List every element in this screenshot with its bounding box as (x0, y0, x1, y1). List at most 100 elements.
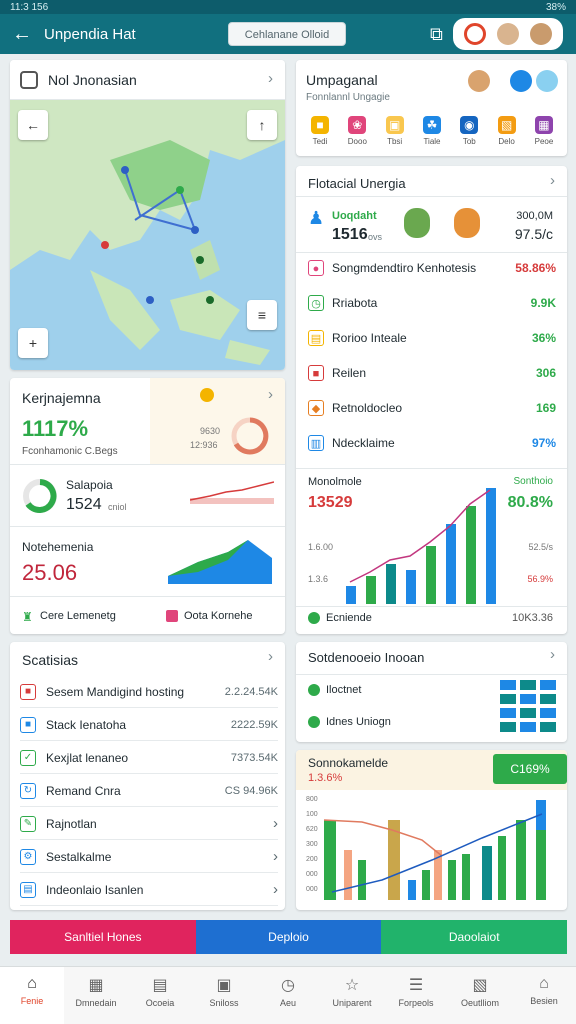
y-axis-tick: 000 (306, 871, 318, 878)
house-icon: ⌂ (539, 975, 549, 992)
settings-item-label: Sestalkalme (46, 849, 112, 864)
page-title: Unpendia Hat (44, 25, 136, 43)
nav-item-1[interactable]: ▦ Dmnedain (64, 967, 128, 1024)
map-card-header[interactable]: Nol Jnonasian › (10, 60, 285, 100)
nav-item-2[interactable]: ▤ Ocoeia (128, 967, 192, 1024)
action-banner: Sanltiel Hones Deploio Daoolaiot (10, 920, 568, 954)
grid-icon (500, 680, 556, 732)
status-bar: 11:3 156 38% (0, 0, 576, 14)
team-card[interactable]: Umpaganal Fonnlannl Ungagie ■ Tedi ❀ Dooo ▣ T… (296, 60, 567, 156)
nav-item-6[interactable]: ☰ Forpeols (384, 967, 448, 1024)
settings-list-item[interactable]: ■ Sesem Mandigind hosting 2.2.24.54K (20, 676, 278, 708)
team-card-title: Umpaganal (306, 72, 378, 88)
nav-item-label: Dmnedain (75, 998, 117, 1008)
quick-action-2[interactable]: ▣ Tbsi (379, 116, 411, 146)
chevron-right-icon[interactable]: › (268, 648, 273, 665)
banner-left-button[interactable]: Sanltiel Hones (10, 920, 196, 954)
notification-icon[interactable] (464, 23, 487, 45)
chevron-right-icon[interactable]: › (273, 815, 278, 832)
avatar[interactable] (454, 208, 480, 238)
metrics-card-title: Kerjnajemna (22, 390, 101, 406)
avatar[interactable] (468, 70, 490, 92)
energy-list-value: 97% (531, 436, 556, 450)
banner-mid-button[interactable]: Deploio (195, 920, 382, 954)
quick-action-label: Dooo (347, 137, 367, 146)
avatar[interactable] (529, 23, 552, 45)
energy-list-label: Songmdendtiro Kenhotesis (332, 261, 477, 275)
footer-right[interactable]: Oota Kornehe (184, 610, 253, 622)
map-info-button[interactable]: ↑ (247, 110, 277, 140)
combo-chart-badge[interactable]: C169% (493, 754, 567, 784)
quick-action-label: Tob (462, 137, 476, 146)
check-icon: ✓ (20, 749, 36, 766)
avatar[interactable] (536, 70, 558, 92)
info-row[interactable]: Iloctnet (326, 684, 361, 696)
map-layers-button[interactable]: ≡ (247, 300, 277, 330)
chevron-right-icon[interactable]: › (268, 386, 273, 403)
right-top-value: 300,0M (516, 210, 553, 222)
chart-left-label: 1.3.6 (308, 574, 329, 584)
area-chart (168, 540, 272, 584)
avatar[interactable] (510, 70, 532, 92)
energy-list-item[interactable]: ◷ Rriabota 9.9K (308, 293, 556, 313)
blue-square-icon: ■ (20, 716, 36, 733)
avatar[interactable] (404, 208, 430, 238)
y-axis-tick: 100 (306, 811, 318, 818)
chevron-right-icon[interactable]: › (273, 881, 278, 898)
nav-item-8[interactable]: ⌂ Besien (512, 967, 576, 1024)
banner-right-button[interactable]: Daoolaiot (381, 920, 568, 954)
settings-list-item[interactable]: ⚙ Sestalkalme › (20, 841, 278, 873)
energy-list-item[interactable]: ◆ Retnoldocleo 169 (308, 398, 556, 418)
info-row[interactable]: Idnes Uniogn (326, 716, 391, 728)
metrics-card: Kerjnajemna › 1117% Fconhamonic C.Begs 9… (10, 378, 285, 634)
footer-left[interactable]: Cere Lemenetg (40, 610, 116, 622)
bookmark-icon[interactable]: ⧉ (430, 24, 443, 45)
map-view[interactable]: ← ↑ + ≡ (10, 100, 285, 370)
banner-mid-label: Deploio (268, 930, 309, 944)
edit-icon: ✎ (20, 815, 36, 832)
chevron-right-icon[interactable]: › (268, 70, 273, 87)
map-back-button[interactable]: ← (18, 110, 48, 140)
chevron-right-icon[interactable]: › (550, 172, 555, 189)
row2-title: Salapoia (66, 478, 113, 492)
map-zoom-button[interactable]: + (18, 328, 48, 358)
quick-action-label: Tiale (423, 137, 441, 146)
quick-action-5[interactable]: ▧ Delo (491, 116, 523, 146)
nav-item-4[interactable]: ◷ Aeu (256, 967, 320, 1024)
search-input[interactable]: Cehlanane Olloid (228, 22, 346, 46)
quick-action-6[interactable]: ▦ Peoe (528, 116, 560, 146)
quick-action-4[interactable]: ◉ Tob (453, 116, 485, 146)
quick-action-0[interactable]: ■ Tedi (304, 116, 336, 146)
energy-list-item[interactable]: ● Songmdendtiro Kenhotesis 58.86% (308, 258, 556, 278)
quick-action-3[interactable]: ☘ Tiale (416, 116, 448, 146)
nav-item-0[interactable]: ⌂ Fenie (0, 967, 64, 1024)
avatar[interactable] (496, 23, 519, 45)
combo-chart-value: 1.3.6% (308, 772, 343, 784)
nav-item-3[interactable]: ▣ Sniloss (192, 967, 256, 1024)
nav-item-5[interactable]: ☆ Uniparent (320, 967, 384, 1024)
nav-item-label: Sniloss (209, 998, 239, 1008)
energy-card: Flotacial Unergia › ♟ Uoqdaht 1516 ovs 3… (296, 166, 567, 634)
map-card-title: Nol Jnonasian (48, 72, 137, 88)
nav-item-7[interactable]: ▧ Oeutlliom (448, 967, 512, 1024)
settings-list-item[interactable]: ✎ Rajnotlan › (20, 808, 278, 840)
energy-list-item[interactable]: ▥ Ndecklaime 97% (308, 433, 556, 453)
back-arrow-icon[interactable]: ← (10, 23, 34, 46)
info-card: Sotdenooeio Inooan › Iloctnet Idnes Unio… (296, 642, 567, 742)
chevron-right-icon[interactable]: › (273, 848, 278, 865)
settings-list-item[interactable]: ■ Stack Ienatoha 2222.59K (20, 709, 278, 741)
settings-list-item[interactable]: ↻ Remand Cnra CS 94.96K (20, 775, 278, 807)
avatar-group[interactable] (452, 18, 563, 50)
combo-chart-title: Sonnokamelde (308, 756, 389, 770)
calendar-icon: ▦ (88, 977, 104, 994)
settings-list-item[interactable]: ▤ Indeonlaio Isanlen › (20, 874, 278, 906)
chart-right-tick: 56.9% (527, 574, 553, 584)
quick-action-1[interactable]: ❀ Dooo (341, 116, 373, 146)
energy-card-title: Flotacial Unergia (308, 176, 406, 191)
settings-list-item[interactable]: ✓ Kexjlat lenaneo 7373.54K (20, 742, 278, 774)
gauge-chart (231, 417, 269, 455)
y-axis-labels: 800 100 620 300 200 000 000 (306, 796, 322, 900)
energy-list-item[interactable]: ■ Reilen 306 (308, 363, 556, 383)
chevron-right-icon[interactable]: › (550, 646, 555, 663)
energy-list-item[interactable]: ▤ Rorioo Inteale 36% (308, 328, 556, 348)
